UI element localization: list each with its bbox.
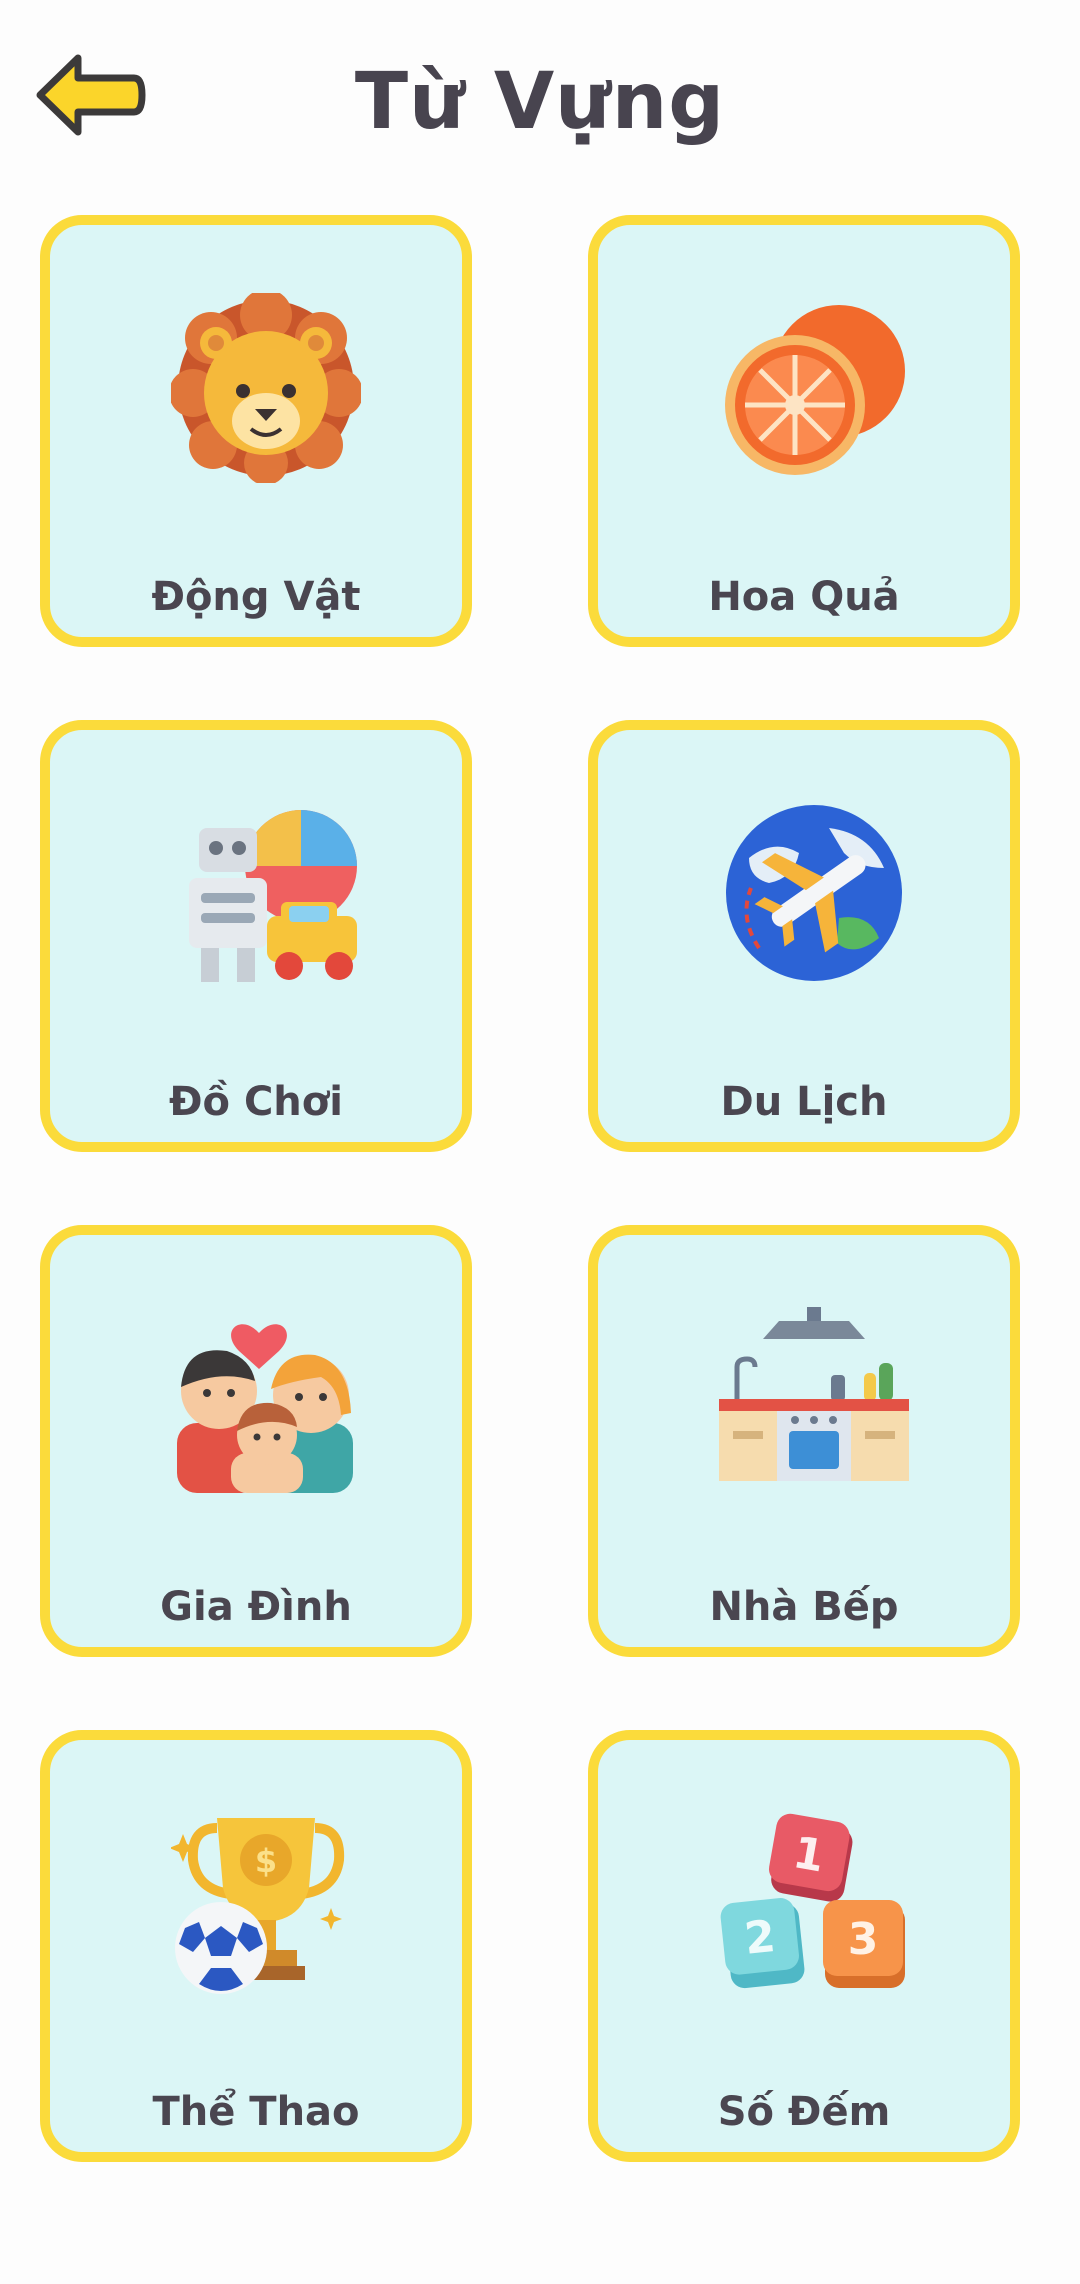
- lion-icon: [171, 293, 361, 483]
- category-card-numbers[interactable]: 1 2 3 Số Đếm: [588, 1730, 1020, 2162]
- category-card-sports[interactable]: $ Thể Thao: [40, 1730, 472, 2162]
- category-card-animals[interactable]: Động Vật: [40, 215, 472, 647]
- category-card-fruits[interactable]: Hoa Quả: [588, 215, 1020, 647]
- category-grid: Động Vật Hoa Quả Đồ Chơi Du Lịch Gia Đìn…: [40, 215, 1040, 2215]
- toys-robot-icon: [171, 798, 361, 988]
- category-label: Số Đếm: [717, 2089, 891, 2135]
- block-number-2: 2: [742, 1911, 778, 1965]
- orange-fruit-icon: [719, 293, 909, 483]
- kitchen-icon: [719, 1303, 909, 1493]
- category-label: Thể Thao: [152, 2089, 360, 2135]
- category-card-family[interactable]: Gia Đình: [40, 1225, 472, 1657]
- svg-text:$: $: [255, 1842, 277, 1880]
- trophy-ball-icon: $: [171, 1808, 361, 1998]
- block-number-3: 3: [848, 1914, 879, 1965]
- page-title: Từ Vựng: [354, 57, 726, 147]
- category-label: Đồ Chơi: [169, 1079, 343, 1125]
- category-card-travel[interactable]: Du Lịch: [588, 720, 1020, 1152]
- family-icon: [171, 1303, 361, 1493]
- category-card-kitchen[interactable]: Nhà Bếp: [588, 1225, 1020, 1657]
- header: Từ Vựng: [0, 0, 1080, 200]
- category-label: Du Lịch: [720, 1079, 888, 1125]
- category-label: Hoa Quả: [708, 574, 900, 620]
- globe-airplane-icon: [719, 798, 909, 988]
- category-label: Động Vật: [151, 574, 361, 620]
- category-label: Nhà Bếp: [709, 1584, 899, 1630]
- category-label: Gia Đình: [160, 1584, 352, 1630]
- number-blocks-icon: 1 2 3: [719, 1808, 909, 1998]
- category-card-toys[interactable]: Đồ Chơi: [40, 720, 472, 1152]
